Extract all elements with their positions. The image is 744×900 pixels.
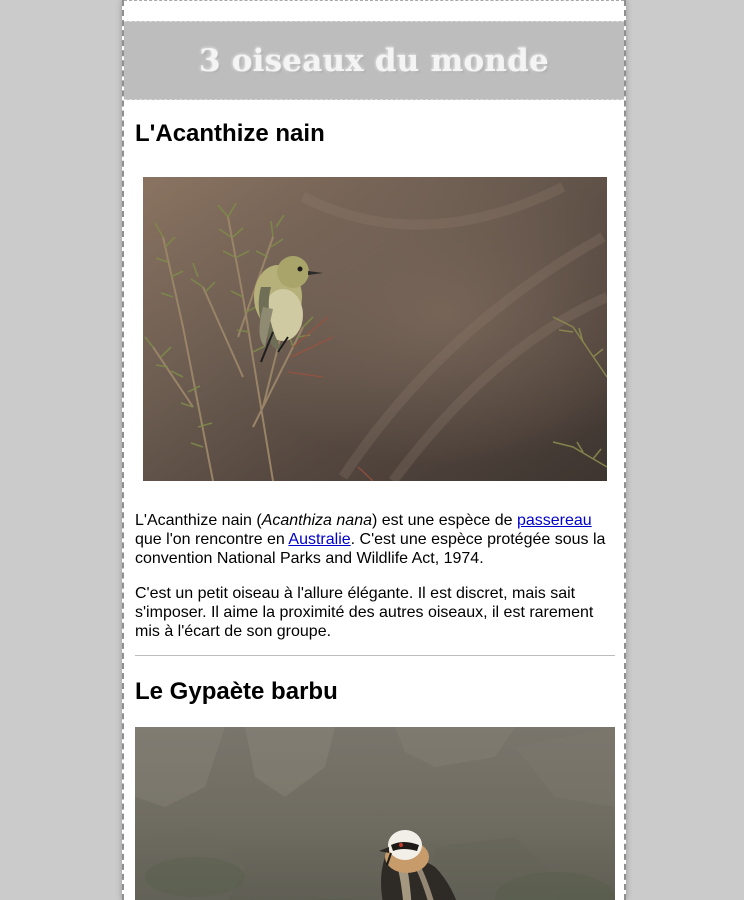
top-border — [124, 0, 624, 1]
link-australie[interactable]: Australie — [288, 531, 350, 548]
link-passereau[interactable]: passereau — [517, 512, 592, 529]
acanthize-photo — [143, 177, 607, 481]
section-heading-gypaete: Le Gypaète barbu — [135, 678, 338, 705]
section-divider — [135, 655, 615, 656]
site-banner: 3 oiseaux du monde — [124, 21, 624, 100]
acanthize-description: L'Acanthize nain (Acanthiza nana) est un… — [135, 511, 615, 568]
text-segment: que l'on rencontre en — [135, 531, 289, 548]
gypaete-photo — [135, 727, 615, 900]
latin-name: Acanthiza nana — [261, 512, 372, 529]
text-segment: ) est une espèce de — [372, 512, 517, 529]
text-segment: L'Acanthize nain ( — [135, 512, 262, 529]
acanthize-behavior-paragraph: C'est un petit oiseau à l'allure élégant… — [135, 585, 594, 640]
section-heading-acanthize: L'Acanthize nain — [135, 120, 325, 147]
site-title: 3 oiseaux du monde — [199, 42, 549, 79]
page-container: 3 oiseaux du monde L'Acanthize nain L'Ac… — [122, 0, 626, 900]
